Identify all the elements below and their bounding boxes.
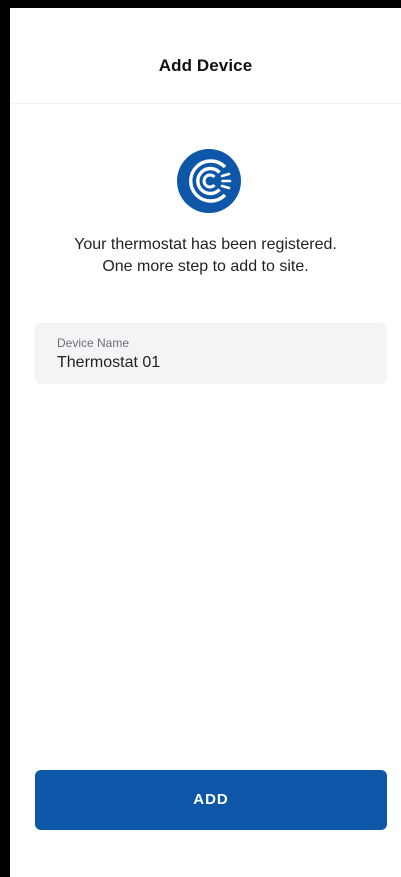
- device-name-input[interactable]: Thermostat 01: [57, 353, 387, 373]
- registration-message: Your thermostat has been registered. One…: [10, 234, 401, 278]
- add-device-screen: Add Device Your thermostat has been regi…: [0, 0, 401, 877]
- device-name-field[interactable]: Device Name Thermostat 01: [35, 323, 387, 384]
- page-title: Add Device: [158, 56, 253, 75]
- connected-c-logo-icon: [177, 149, 241, 213]
- message-line-1: Your thermostat has been registered.: [74, 236, 337, 253]
- message-line-2: One more step to add to site.: [102, 258, 309, 275]
- add-button[interactable]: ADD: [35, 770, 387, 830]
- device-name-label: Device Name: [57, 336, 130, 350]
- header-bar: Add Device: [10, 8, 401, 104]
